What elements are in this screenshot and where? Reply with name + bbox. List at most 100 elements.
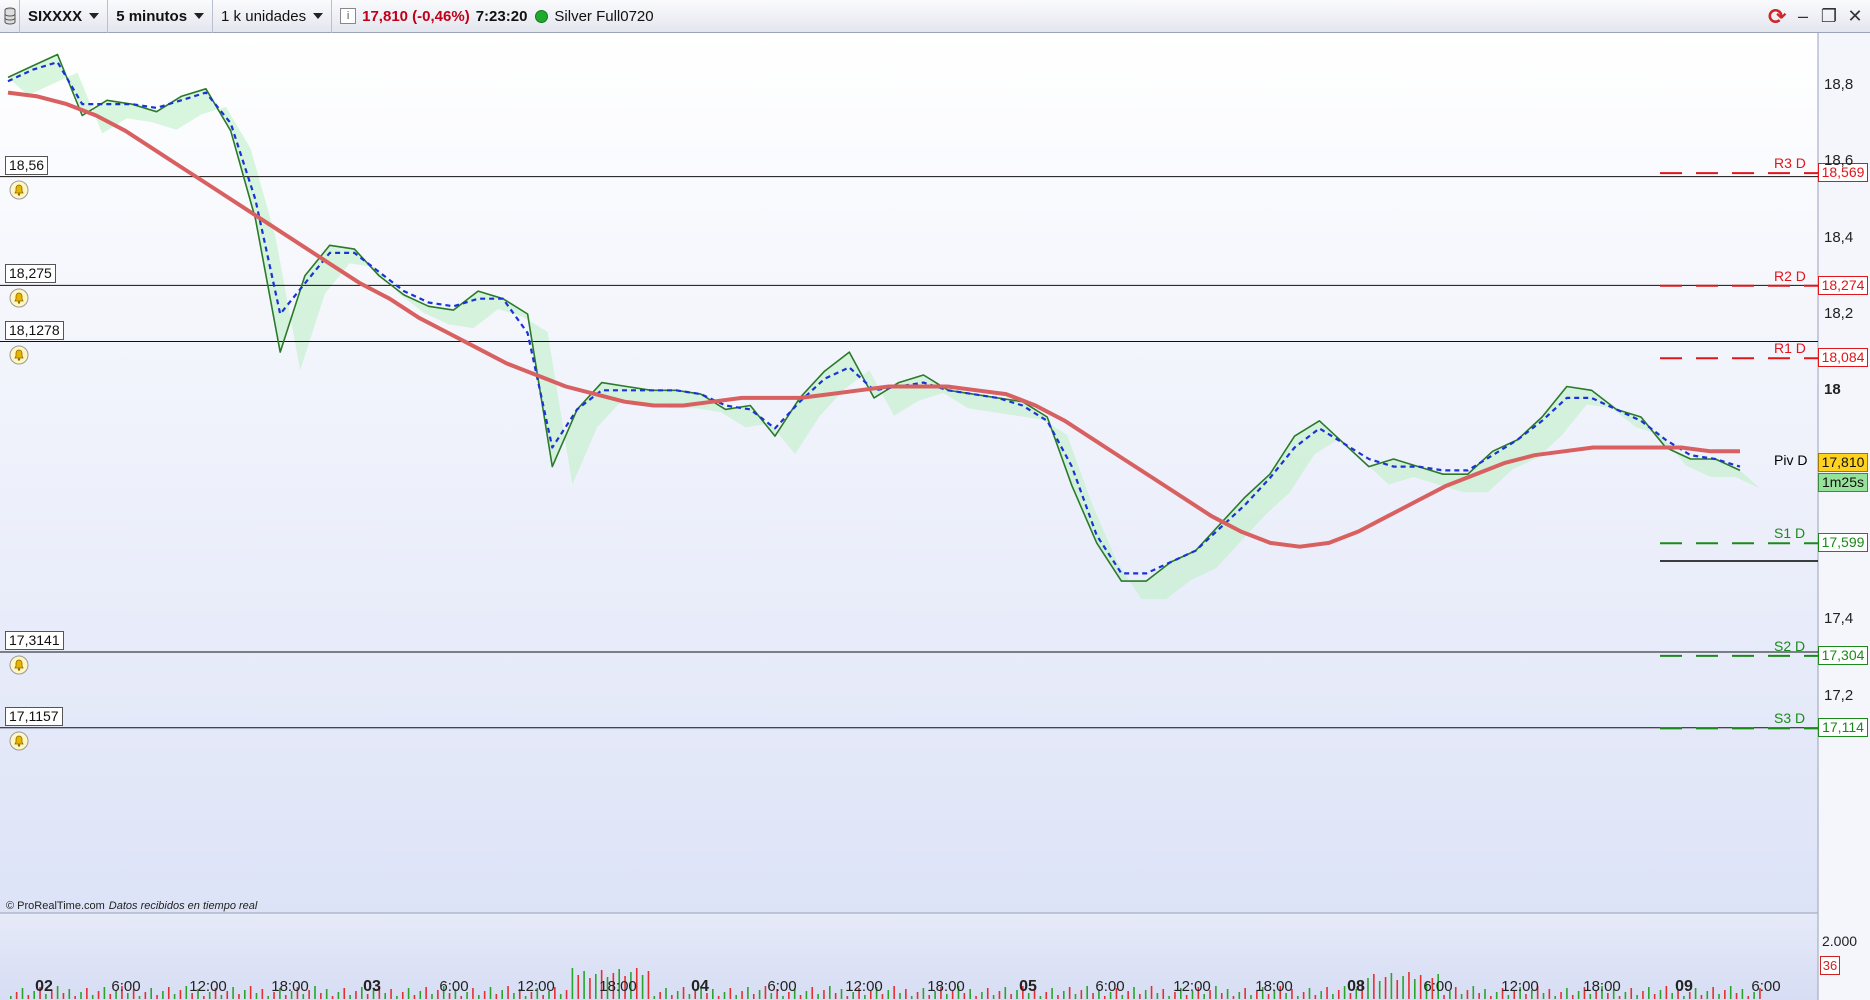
volume-bar: [1694, 988, 1697, 999]
volume-bar: [1103, 996, 1106, 999]
volume-bar: [396, 996, 398, 999]
volume-bar: [1226, 989, 1229, 999]
minimize-icon[interactable]: –: [1794, 6, 1812, 27]
volume-bar: [1560, 992, 1562, 999]
volume-bar: [1185, 995, 1188, 999]
pivot-name-label: S3 D: [1774, 710, 1806, 727]
volume-bar: [887, 990, 890, 999]
volume-bar: [840, 989, 843, 999]
volume-bar: [27, 995, 30, 999]
volume-bar: [167, 987, 170, 999]
sync-icon[interactable]: ⟳: [1768, 4, 1786, 30]
volume-bar: [1454, 987, 1457, 999]
volume-bar: [1004, 987, 1007, 999]
x-axis-tick-label: 05: [1019, 978, 1037, 995]
volume-bar: [805, 991, 808, 999]
volume-bar: [1472, 986, 1475, 999]
info-icon[interactable]: i: [340, 8, 357, 24]
volume-bar: [203, 996, 205, 999]
volume-bar: [1121, 995, 1124, 999]
alert-level-label[interactable]: 17,3141: [5, 631, 64, 651]
volume-bar: [723, 992, 726, 999]
alert-level-label[interactable]: 17,1157: [5, 706, 63, 726]
volume-bar: [893, 986, 895, 999]
volume-bar: [1244, 988, 1246, 999]
volume-bar: [331, 996, 334, 999]
volume-bar: [1150, 986, 1153, 999]
x-axis-tick-label: 04: [691, 978, 709, 995]
volume-bar: [103, 987, 106, 999]
volume-bar: [325, 989, 328, 999]
volume-bar: [255, 993, 258, 999]
volume-bar: [1080, 990, 1083, 999]
pivot-name-label: S1 D: [1774, 525, 1806, 542]
pivot-name-label: R3 D: [1774, 155, 1806, 172]
volume-bar: [320, 993, 322, 999]
volume-bar: [992, 995, 995, 999]
volume-bar: [1308, 988, 1311, 999]
volume-bar: [1402, 976, 1404, 999]
alert-level-label[interactable]: 18,1278: [5, 320, 64, 340]
units-selector[interactable]: 1 k unidades: [213, 0, 333, 33]
x-axis-tick-label: 08: [1347, 978, 1365, 995]
alert-level-label[interactable]: 18,56: [5, 155, 49, 175]
volume-bar: [1683, 996, 1685, 999]
volume-bar: [1624, 992, 1627, 999]
bell-icon[interactable]: [9, 655, 29, 675]
timeframe-selector[interactable]: 5 minutos: [108, 0, 214, 33]
volume-bar: [489, 987, 492, 999]
volume-bar: [97, 991, 100, 999]
volume-bar: [1653, 994, 1656, 999]
bell-icon[interactable]: [9, 731, 29, 751]
volume-bar: [1156, 993, 1159, 999]
price-change: 17,810 (-0,46%): [362, 7, 470, 25]
volume-bar: [1566, 988, 1568, 999]
volume-bar: [583, 971, 585, 999]
volume-bar: [559, 994, 562, 999]
volume-bar: [80, 992, 82, 999]
volume-bar: [1373, 974, 1375, 999]
bell-icon[interactable]: [9, 288, 29, 308]
data-credit: © ProRealTime.com Datos recibidos en tiem…: [6, 900, 257, 912]
volume-bar: [91, 995, 94, 999]
volume-bar: [1396, 980, 1399, 999]
volume-bar: [1039, 996, 1042, 999]
volume-bar: [1320, 991, 1322, 999]
credit-brand: © ProRealTime.com: [6, 900, 105, 912]
price-chart[interactable]: [0, 33, 1870, 1000]
volume-bar: [916, 992, 919, 999]
volume-bar: [1571, 995, 1574, 999]
volume-bar: [589, 978, 591, 999]
pivot-value-label: 18,084: [1818, 348, 1868, 368]
volume-bar: [1302, 992, 1305, 999]
volume-bar: [232, 987, 234, 999]
volume-bar: [969, 989, 971, 999]
volume-bar: [267, 996, 269, 999]
volume-bar: [419, 991, 422, 999]
pivot-name-label: Piv D: [1774, 452, 1808, 469]
volume-bar: [1414, 979, 1416, 999]
volume-bar: [1051, 988, 1053, 999]
y-axis-tick-label: 17,4: [1824, 610, 1854, 628]
database-icon[interactable]: [0, 0, 20, 33]
volume-bar: [1250, 995, 1252, 999]
volume-bar: [1326, 987, 1328, 999]
volume-bar: [261, 989, 264, 999]
volume-bar: [899, 993, 901, 999]
bell-icon[interactable]: [9, 180, 29, 200]
volume-bar: [1367, 978, 1369, 999]
volume-bar: [1332, 994, 1334, 999]
instrument-selector[interactable]: SIXXXX: [20, 0, 109, 33]
close-icon[interactable]: ✕: [1846, 6, 1864, 27]
volume-bar: [1636, 995, 1638, 999]
volume-bar: [524, 996, 527, 999]
restore-icon[interactable]: ❐: [1820, 6, 1838, 27]
volume-bar: [15, 992, 18, 999]
volume-bar: [1478, 993, 1480, 999]
volume-bar: [1068, 987, 1071, 999]
bell-icon[interactable]: [9, 345, 29, 365]
volume-bar: [56, 986, 59, 999]
alert-level-label[interactable]: 18,275: [5, 264, 56, 284]
volume-bar: [185, 986, 188, 999]
x-axis-tick-label: 12:00: [1501, 978, 1539, 995]
